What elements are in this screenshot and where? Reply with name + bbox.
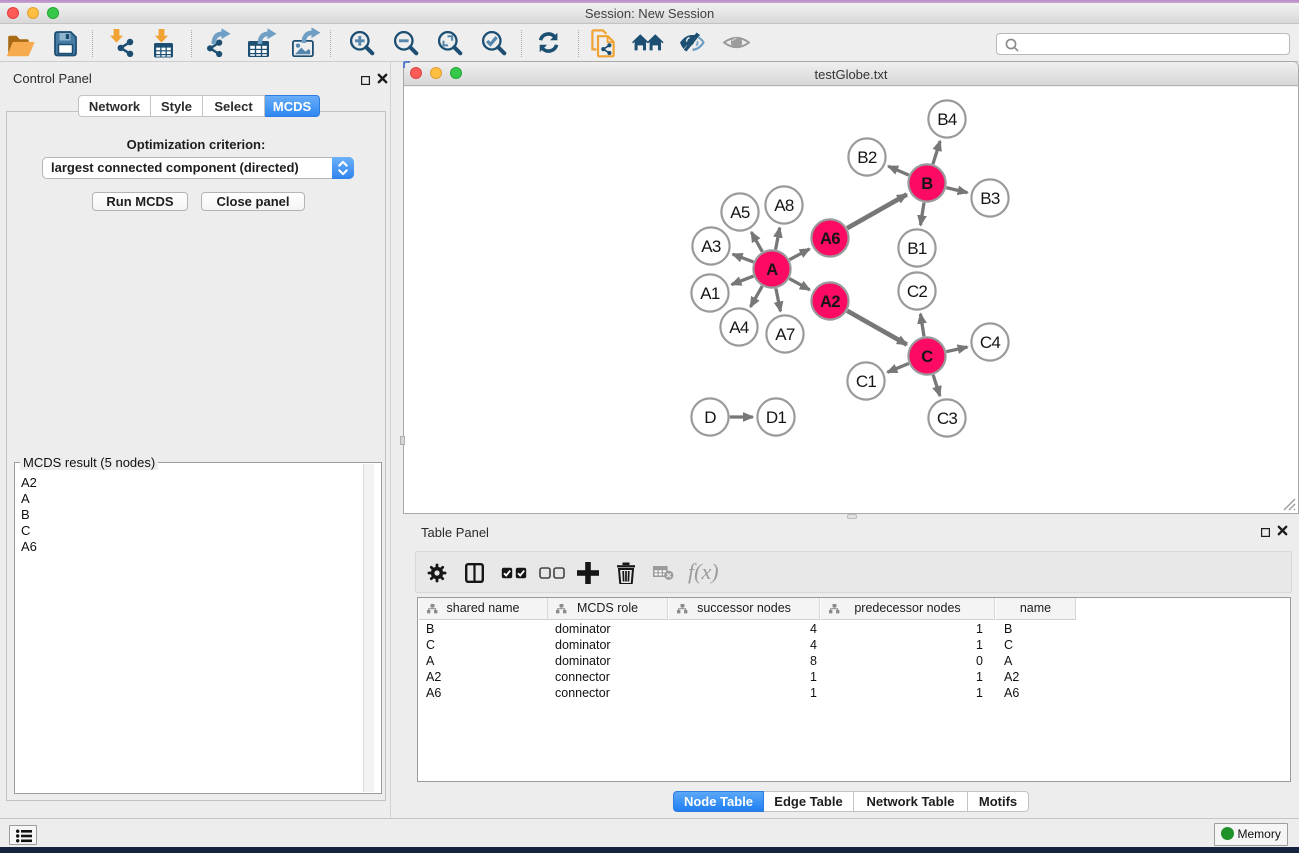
svg-text:A7: A7 — [775, 325, 795, 344]
svg-text:D1: D1 — [766, 408, 787, 427]
svg-text:A8: A8 — [774, 196, 794, 215]
svg-text:A2: A2 — [820, 293, 840, 311]
svg-text:C: C — [921, 348, 933, 366]
svg-text:C1: C1 — [856, 372, 877, 391]
svg-text:C3: C3 — [937, 409, 958, 428]
svg-text:A1: A1 — [700, 284, 720, 303]
svg-text:A3: A3 — [701, 237, 721, 256]
svg-text:B4: B4 — [937, 110, 957, 129]
svg-text:C4: C4 — [980, 333, 1001, 352]
svg-text:A: A — [766, 261, 778, 279]
svg-text:B: B — [921, 175, 933, 193]
svg-text:B2: B2 — [857, 148, 877, 167]
svg-text:A6: A6 — [820, 230, 840, 248]
svg-text:A5: A5 — [730, 203, 750, 222]
svg-text:D: D — [704, 408, 716, 427]
svg-text:B1: B1 — [907, 239, 927, 258]
svg-text:B3: B3 — [980, 189, 1000, 208]
svg-text:C2: C2 — [907, 282, 928, 301]
svg-text:A4: A4 — [729, 318, 749, 337]
